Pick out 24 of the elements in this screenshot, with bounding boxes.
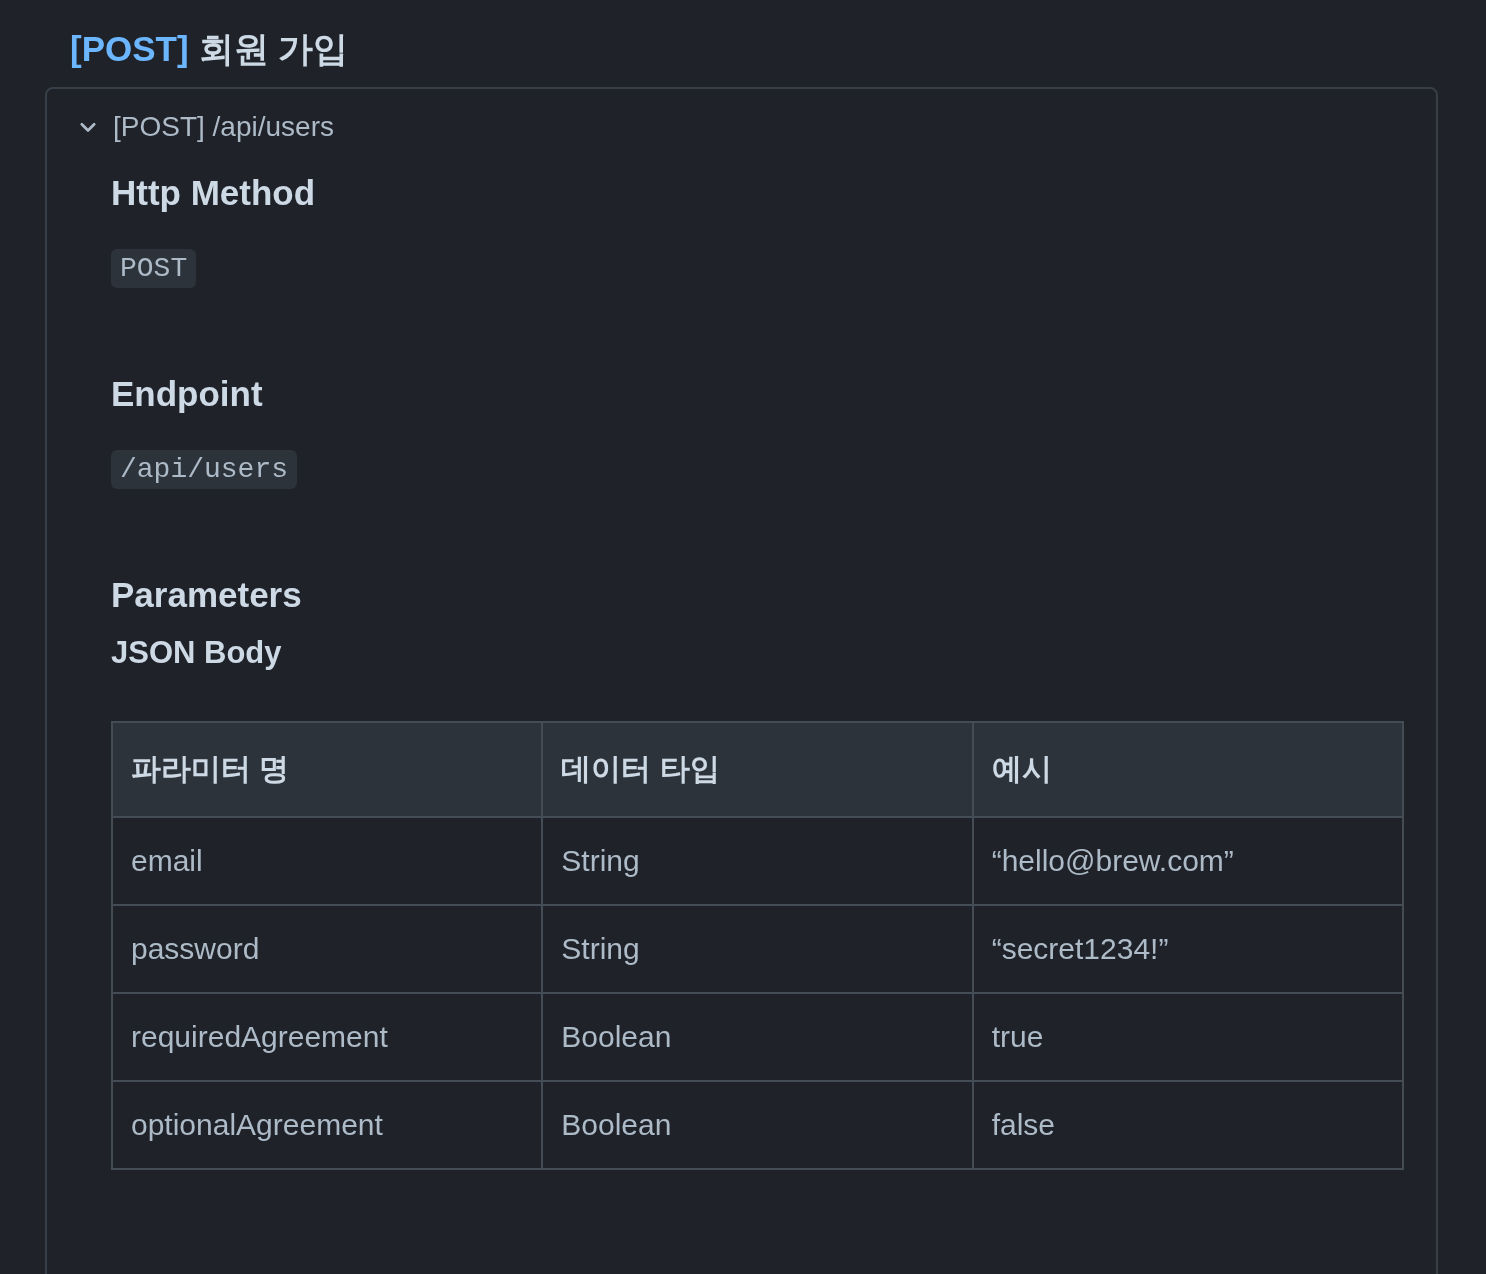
- table-cell: Boolean: [542, 993, 973, 1081]
- table-cell: requiredAgreement: [112, 993, 543, 1081]
- code-span: /api/users: [111, 450, 298, 489]
- table-cell: “secret1234!”: [972, 905, 1403, 993]
- table-cell: String: [542, 817, 973, 905]
- table-cell: password: [112, 905, 543, 993]
- title-link[interactable]: [POST]: [70, 29, 189, 69]
- table-cell: optionalAgreement: [112, 1081, 543, 1169]
- column-header: 데이터 타입: [542, 722, 973, 817]
- column-header: 파라미터 명: [112, 722, 543, 817]
- table-cell: String: [542, 905, 973, 993]
- code-span: POST: [111, 249, 197, 288]
- table-cell: Boolean: [542, 1081, 973, 1169]
- table-cell: “hello@brew.com”: [972, 817, 1403, 905]
- section-heading: Parameters: [111, 575, 303, 615]
- table-cell: email: [112, 817, 543, 905]
- subheading: JSON Body: [111, 635, 283, 671]
- section-heading: Http Method: [111, 173, 317, 213]
- section-heading: Endpoint: [111, 374, 264, 414]
- page-title: 회원 가입: [198, 28, 349, 70]
- table-cell: true: [972, 993, 1403, 1081]
- table-cell: false: [972, 1081, 1403, 1169]
- column-header: 예시: [972, 722, 1403, 817]
- details-summary[interactable]: [POST] /api/users: [77, 111, 334, 143]
